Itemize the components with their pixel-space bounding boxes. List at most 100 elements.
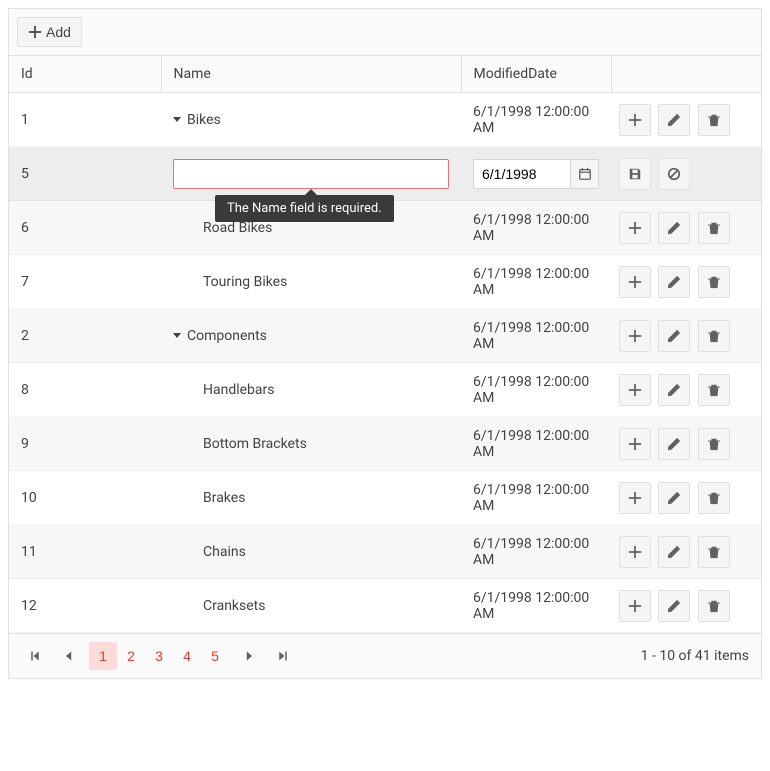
row-cancel-button[interactable]	[658, 158, 690, 190]
row-edit-button[interactable]	[658, 428, 690, 460]
table-row: 8 Handlebars 6/1/1998 12:00:00 AM	[9, 363, 761, 417]
table-row: 9 Bottom Brackets 6/1/1998 12:00:00 AM	[9, 417, 761, 471]
trash-icon	[707, 329, 721, 343]
add-button[interactable]: Add	[17, 17, 82, 47]
cell-id: 10	[9, 471, 161, 525]
row-delete-button[interactable]	[698, 212, 730, 244]
trash-icon	[707, 491, 721, 505]
pager-last-button[interactable]	[269, 642, 297, 670]
cell-date-edit	[461, 147, 611, 201]
cell-modified: 6/1/1998 12:00:00 AM	[461, 201, 611, 255]
cell-name: Components	[161, 309, 461, 363]
header-modified[interactable]: ModifiedDate	[461, 56, 611, 93]
table-row: 1 Bikes 6/1/1998 12:00:00 AM	[9, 93, 761, 147]
cell-id: 11	[9, 525, 161, 579]
row-edit-button[interactable]	[658, 266, 690, 298]
row-add-button[interactable]	[619, 320, 651, 352]
name-text: Brakes	[203, 490, 245, 506]
plus-icon	[628, 275, 642, 289]
row-delete-button[interactable]	[698, 266, 730, 298]
name-text: Handlebars	[203, 382, 275, 398]
row-edit-button[interactable]	[658, 482, 690, 514]
row-edit-button[interactable]	[658, 104, 690, 136]
cell-modified: 6/1/1998 12:00:00 AM	[461, 309, 611, 363]
trash-icon	[707, 275, 721, 289]
name-input[interactable]	[173, 159, 449, 189]
cell-modified: 6/1/1998 12:00:00 AM	[461, 525, 611, 579]
prev-page-icon	[63, 650, 75, 662]
pencil-icon	[667, 599, 681, 613]
pager-first-button[interactable]	[21, 642, 49, 670]
page-number-button[interactable]: 3	[145, 642, 173, 670]
name-text: Road Bikes	[203, 220, 272, 236]
trash-icon	[707, 113, 721, 127]
cell-name: Touring Bikes	[161, 255, 461, 309]
pencil-icon	[667, 221, 681, 235]
plus-icon	[628, 383, 642, 397]
row-edit-button[interactable]	[658, 374, 690, 406]
row-add-button[interactable]	[619, 374, 651, 406]
pencil-icon	[667, 383, 681, 397]
row-add-button[interactable]	[619, 266, 651, 298]
trash-icon	[707, 545, 721, 559]
date-picker-button[interactable]	[570, 160, 598, 188]
cell-modified: 6/1/1998 12:00:00 AM	[461, 579, 611, 633]
grid-table: Id Name ModifiedDate 1 Bikes 6/1/1998 12…	[9, 56, 761, 633]
chevron-down-icon[interactable]	[173, 333, 181, 338]
row-delete-button[interactable]	[698, 590, 730, 622]
cell-modified: 6/1/1998 12:00:00 AM	[461, 417, 611, 471]
cancel-icon	[667, 167, 681, 181]
cell-id: 12	[9, 579, 161, 633]
table-row: 7 Touring Bikes 6/1/1998 12:00:00 AM	[9, 255, 761, 309]
row-save-button[interactable]	[619, 158, 651, 190]
plus-icon	[628, 599, 642, 613]
grid-toolbar: Add	[9, 9, 761, 56]
pencil-icon	[667, 437, 681, 451]
plus-icon	[628, 545, 642, 559]
chevron-down-icon[interactable]	[173, 117, 181, 122]
cell-modified: 6/1/1998 12:00:00 AM	[461, 93, 611, 147]
row-delete-button[interactable]	[698, 104, 730, 136]
cell-id: 8	[9, 363, 161, 417]
page-number-button[interactable]: 5	[201, 642, 229, 670]
row-delete-button[interactable]	[698, 320, 730, 352]
row-add-button[interactable]	[619, 428, 651, 460]
row-edit-button[interactable]	[658, 320, 690, 352]
cell-name: Bottom Brackets	[161, 417, 461, 471]
row-delete-button[interactable]	[698, 482, 730, 514]
pager-next-button[interactable]	[235, 642, 263, 670]
cell-modified: 6/1/1998 12:00:00 AM	[461, 363, 611, 417]
row-add-button[interactable]	[619, 536, 651, 568]
pager-summary: 1 - 10 of 41 items	[641, 648, 749, 664]
row-add-button[interactable]	[619, 212, 651, 244]
name-text: Components	[187, 328, 267, 344]
row-edit-button[interactable]	[658, 212, 690, 244]
add-button-label: Add	[46, 24, 71, 40]
pager-prev-button[interactable]	[55, 642, 83, 670]
row-add-button[interactable]	[619, 104, 651, 136]
row-delete-button[interactable]	[698, 374, 730, 406]
table-row: 12 Cranksets 6/1/1998 12:00:00 AM	[9, 579, 761, 633]
cell-id: 7	[9, 255, 161, 309]
page-number-button[interactable]: 4	[173, 642, 201, 670]
row-add-button[interactable]	[619, 482, 651, 514]
row-delete-button[interactable]	[698, 536, 730, 568]
plus-icon	[628, 437, 642, 451]
row-delete-button[interactable]	[698, 428, 730, 460]
cell-id: 9	[9, 417, 161, 471]
row-edit-button[interactable]	[658, 536, 690, 568]
row-edit-button[interactable]	[658, 590, 690, 622]
row-add-button[interactable]	[619, 590, 651, 622]
pencil-icon	[667, 545, 681, 559]
header-id[interactable]: Id	[9, 56, 161, 93]
header-name[interactable]: Name	[161, 56, 461, 93]
header-row: Id Name ModifiedDate	[9, 56, 761, 93]
page-number-button[interactable]: 1	[89, 642, 117, 670]
date-input[interactable]	[474, 162, 570, 186]
page-number-button[interactable]: 2	[117, 642, 145, 670]
name-text: Cranksets	[203, 598, 265, 614]
pencil-icon	[667, 275, 681, 289]
trash-icon	[707, 437, 721, 451]
table-row: 10 Brakes 6/1/1998 12:00:00 AM	[9, 471, 761, 525]
pencil-icon	[667, 491, 681, 505]
